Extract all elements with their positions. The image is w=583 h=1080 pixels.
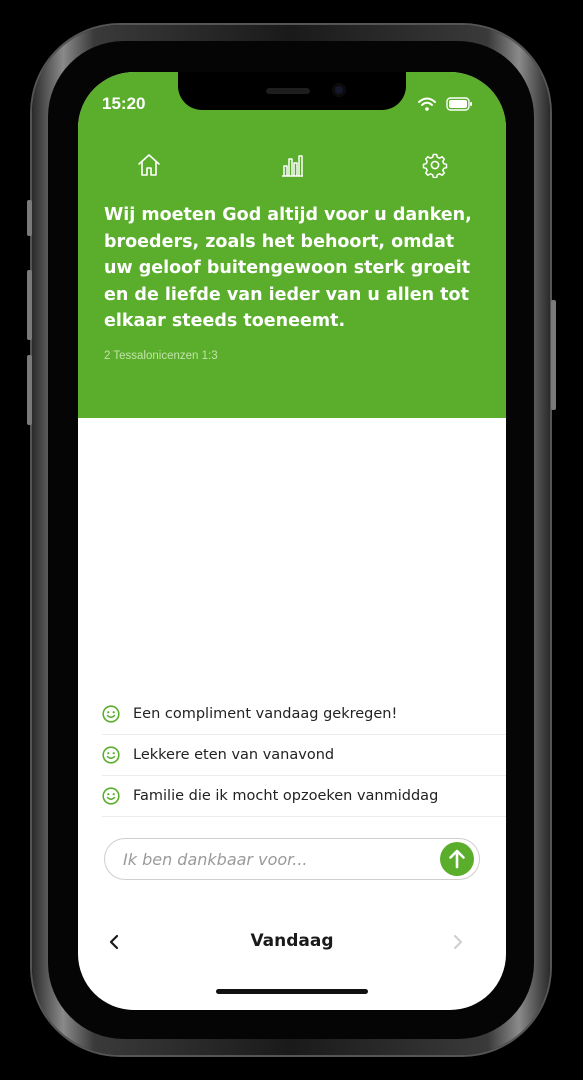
list-item[interactable]: Lekkere eten van vanavond (102, 735, 506, 776)
wifi-icon (418, 97, 436, 111)
list-item[interactable]: Een compliment vandaag gekregen! (102, 694, 506, 735)
speaker (266, 88, 310, 94)
send-button[interactable] (440, 842, 474, 876)
smiley-icon (102, 746, 120, 764)
status-icons (418, 96, 473, 112)
gratitude-input-box (104, 838, 480, 880)
day-label: Vandaag (250, 931, 334, 951)
stats-icon[interactable] (279, 152, 305, 178)
home-indicator[interactable] (216, 989, 368, 994)
gear-icon[interactable] (422, 152, 448, 178)
smiley-icon (102, 787, 120, 805)
power-button (551, 300, 556, 410)
day-navigation: Vandaag (78, 922, 506, 962)
notch (178, 72, 406, 110)
status-time: 15:20 (102, 94, 146, 113)
battery-icon (446, 97, 472, 111)
app-screen: 15:20 Wij moeten God altijd voor u danke… (78, 72, 506, 1010)
gratitude-list: Een compliment vandaag gekregen! Lekkere… (102, 694, 506, 817)
smiley-icon (102, 705, 120, 723)
gratitude-input[interactable] (123, 839, 433, 879)
verse-reference: 2 Tessalonicenzen 1:3 (104, 350, 218, 362)
list-item-text: Lekkere eten van vanavond (133, 747, 335, 763)
mute-switch (27, 200, 32, 236)
verse-text: Wij moeten God altijd voor u danken, bro… (104, 205, 472, 331)
volume-up-button (27, 270, 32, 340)
front-camera (332, 83, 346, 97)
verse-header: 15:20 Wij moeten God altijd voor u danke… (78, 72, 506, 418)
volume-down-button (27, 355, 32, 425)
list-item-text: Een compliment vandaag gekregen! (133, 706, 398, 722)
arrow-up-icon (449, 849, 465, 869)
list-item-text: Familie die ik mocht opzoeken vanmiddag (133, 788, 439, 804)
chevron-right-icon[interactable] (448, 932, 468, 952)
list-item[interactable]: Familie die ik mocht opzoeken vanmiddag (102, 776, 506, 817)
home-icon[interactable] (136, 152, 162, 178)
